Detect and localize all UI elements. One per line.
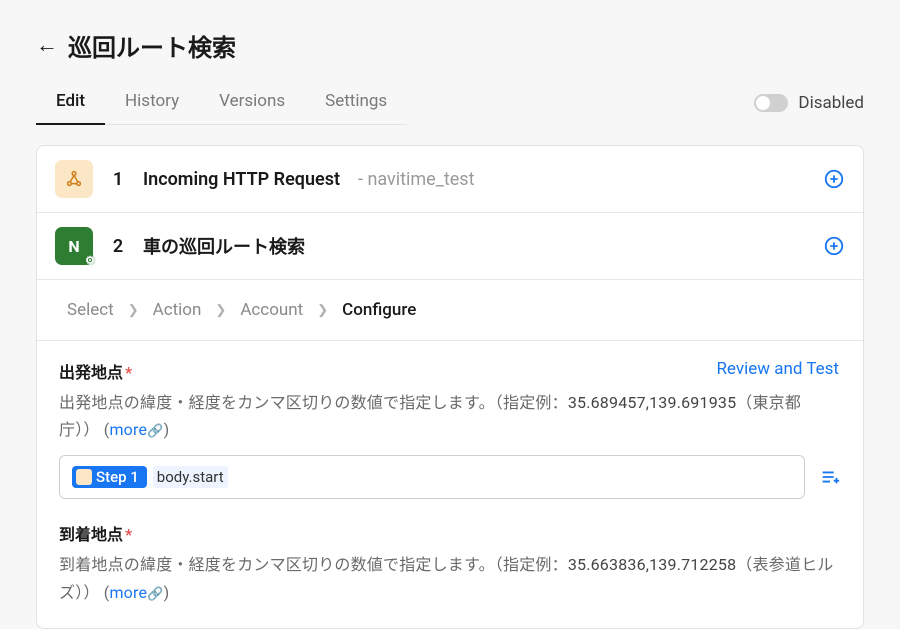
field-start-help: 出発地点の緯度・経度をカンマ区切りの数値で指定します。（指定例：35.68945…: [59, 389, 841, 443]
more-link[interactable]: more🔗: [109, 420, 163, 439]
webhook-icon: [76, 469, 92, 485]
tab-settings[interactable]: Settings: [305, 81, 407, 125]
review-and-test-link[interactable]: Review and Test: [716, 359, 839, 379]
link-icon: 🔗: [147, 424, 163, 439]
chevron-right-icon: ❯: [215, 303, 226, 318]
crumb-select[interactable]: Select: [67, 300, 114, 320]
field-goal: 到着地点* 到着地点の緯度・経度をカンマ区切りの数値で指定します。（指定例：35…: [59, 521, 841, 605]
navitime-icon: N⚙: [55, 227, 93, 265]
token-value: body.start: [153, 466, 228, 488]
step-2-row[interactable]: N⚙ 2 車の巡回ルート検索: [37, 213, 863, 280]
step-1-title: Incoming HTTP Request: [143, 169, 340, 190]
toggle-label: Disabled: [798, 93, 864, 113]
field-start-label-text: 出発地点: [59, 363, 123, 382]
workflow-card: 1 Incoming HTTP Request - navitime_test …: [36, 145, 864, 629]
more-link[interactable]: more🔗: [109, 583, 163, 602]
enabled-toggle[interactable]: [754, 94, 788, 112]
tab-versions[interactable]: Versions: [199, 81, 305, 125]
start-input[interactable]: Step 1 body.start: [59, 455, 805, 499]
add-step-icon[interactable]: [823, 168, 845, 190]
step-1-subtitle: - navitime_test: [358, 169, 474, 190]
breadcrumb: Select ❯ Action ❯ Account ❯ Configure: [37, 280, 863, 341]
required-asterisk: *: [125, 525, 132, 544]
add-step-icon[interactable]: [823, 235, 845, 257]
link-icon: 🔗: [147, 587, 163, 602]
chevron-right-icon: ❯: [128, 303, 139, 318]
step-2-number: 2: [111, 236, 125, 257]
step-1-pill[interactable]: Step 1: [72, 466, 147, 488]
crumb-configure[interactable]: Configure: [342, 300, 416, 320]
webhook-icon: [55, 160, 93, 198]
page-title: 巡回ルート検索: [68, 28, 236, 63]
crumb-account[interactable]: Account: [240, 300, 303, 320]
chevron-right-icon: ❯: [317, 303, 328, 318]
field-start: 出発地点* 出発地点の緯度・経度をカンマ区切りの数値で指定します。（指定例：35…: [59, 359, 841, 499]
crumb-action[interactable]: Action: [153, 300, 202, 320]
field-goal-help: 到着地点の緯度・経度をカンマ区切りの数値で指定します。（指定例：35.66383…: [59, 551, 841, 605]
required-asterisk: *: [125, 363, 132, 382]
field-goal-label-text: 到着地点: [59, 525, 123, 544]
tabs: Edit History Versions Settings: [36, 81, 407, 125]
config-body: Review and Test 出発地点* 出発地点の緯度・経度をカンマ区切りの…: [37, 341, 863, 606]
add-field-icon[interactable]: [819, 466, 841, 488]
toggle-knob: [756, 96, 770, 110]
field-goal-label: 到着地点*: [59, 521, 841, 545]
step-1-number: 1: [111, 169, 125, 190]
gear-icon: ⚙: [85, 254, 95, 267]
back-arrow-icon[interactable]: ←: [36, 35, 58, 57]
step-1-row[interactable]: 1 Incoming HTTP Request - navitime_test: [37, 146, 863, 213]
tab-history[interactable]: History: [105, 81, 199, 125]
tab-edit[interactable]: Edit: [36, 81, 105, 125]
step-2-title: 車の巡回ルート検索: [143, 233, 305, 259]
